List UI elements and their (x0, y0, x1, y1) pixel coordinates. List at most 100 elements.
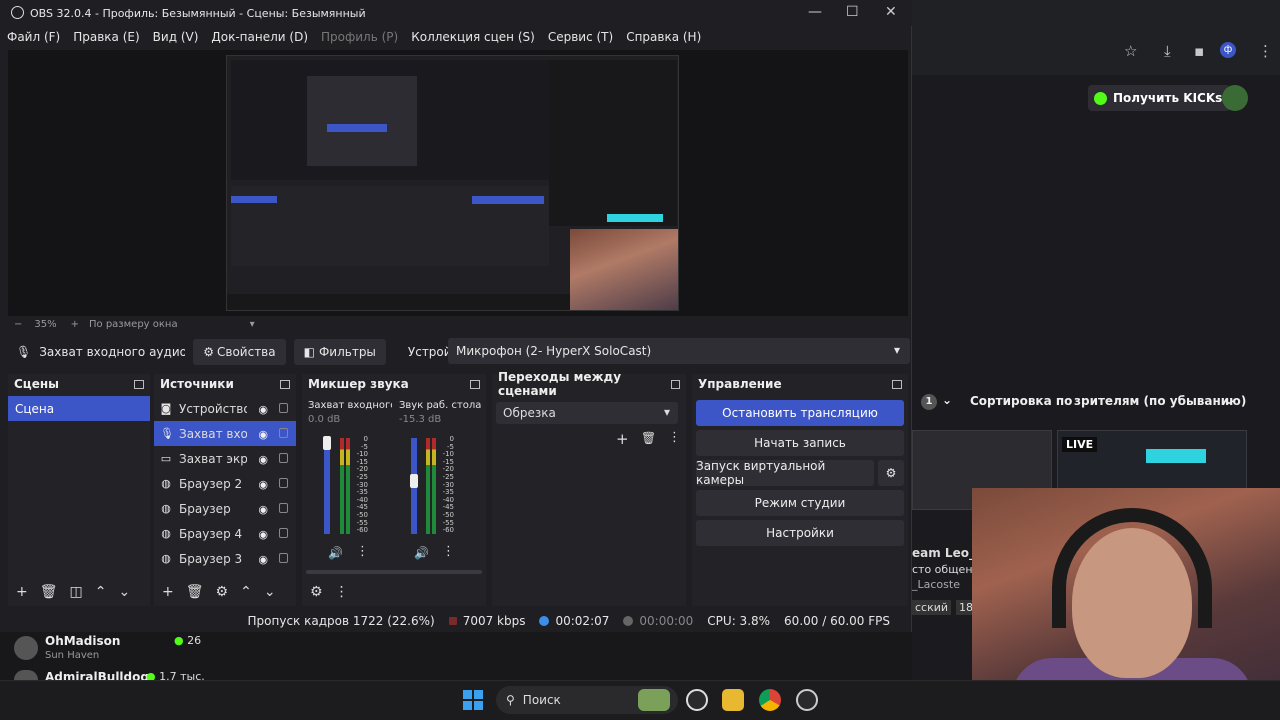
source-item[interactable]: ◙ Устройство з ◉ (154, 396, 296, 421)
close-icon[interactable]: ✕ (885, 4, 897, 20)
zoom-out-icon[interactable]: − (14, 319, 22, 330)
obs-taskbar-icon[interactable] (796, 689, 818, 711)
studio-mode-button[interactable]: Режим студии (696, 490, 904, 516)
channel-avatar[interactable] (14, 636, 38, 660)
volume-fader[interactable] (324, 438, 330, 534)
star-icon[interactable]: ☆ (1124, 42, 1137, 60)
get-kicks-button[interactable]: Получить KICKs (1088, 85, 1231, 111)
profile-icon[interactable]: ф (1220, 42, 1236, 58)
source-item[interactable]: ◍ Браузер 2 ◉ (154, 471, 296, 496)
stream-channel[interactable]: _Lacoste (912, 578, 960, 591)
zoom-in-icon[interactable]: + (71, 319, 79, 330)
download-icon[interactable]: ⤓ (1164, 42, 1171, 60)
media-player-icon[interactable] (686, 689, 708, 711)
properties-button[interactable]: ⚙ Свойства (193, 339, 286, 365)
channel-menu-icon[interactable]: ⋮ (442, 544, 455, 559)
horizontal-scrollbar[interactable] (306, 570, 482, 574)
minimize-icon[interactable]: — (808, 4, 822, 20)
visibility-eye-icon[interactable]: ◉ (258, 553, 268, 566)
channel-avatar[interactable] (14, 670, 38, 680)
menu-dots-icon[interactable]: ⋮ (1258, 42, 1273, 60)
add-icon[interactable]: + (616, 430, 629, 448)
source-item[interactable]: ◍ Браузер 3 ◉ (154, 546, 296, 571)
chrome-icon[interactable] (759, 689, 781, 711)
zoom-dropdown-icon[interactable]: ▾ (250, 319, 255, 330)
float-dock-icon[interactable] (134, 379, 144, 389)
speaker-icon[interactable]: 🔊 (414, 546, 429, 560)
sort-chevron-icon[interactable]: ⌄ (942, 393, 952, 407)
visibility-eye-icon[interactable]: ◉ (258, 453, 268, 466)
move-up-icon[interactable]: ⌃ (95, 584, 107, 600)
delete-icon[interactable]: 🗑 (641, 431, 656, 445)
device-select[interactable]: Микрофон (2- HyperX SoloCast) ▾ (448, 338, 910, 364)
menu-scene-collection[interactable]: Коллекция сцен (S) (404, 30, 541, 44)
extensions-icon[interactable]: ▪ (1194, 42, 1204, 60)
zoom-mode[interactable]: По размеру окна (89, 319, 178, 330)
source-item[interactable]: ▭ Захват экран ◉ (154, 446, 296, 471)
source-item[interactable]: ◍ Браузер 4 ◉ (154, 521, 296, 546)
float-dock-icon[interactable] (670, 379, 680, 389)
globe-icon: ◍ (161, 501, 171, 515)
advanced-audio-icon[interactable]: ⚙ (310, 584, 323, 600)
move-up-icon[interactable]: ⌃ (240, 584, 252, 600)
transition-menu-icon[interactable]: ⋮ (668, 430, 681, 445)
windows-start-icon[interactable] (463, 690, 483, 710)
visibility-eye-icon[interactable]: ◉ (258, 478, 268, 491)
lock-icon[interactable] (279, 478, 288, 488)
chevron-down-icon: ▾ (893, 343, 900, 357)
sources-list: ◙ Устройство з ◉ 🎙 Захват входн ◉ ▭ Захв… (154, 396, 296, 576)
menu-help[interactable]: Справка (H) (619, 30, 707, 44)
delete-icon[interactable]: 🗑 (186, 584, 204, 600)
maximize-icon[interactable]: ☐ (846, 4, 859, 20)
start-virtual-camera-button[interactable]: Запуск виртуальной камеры (696, 459, 874, 487)
lock-icon[interactable] (279, 403, 288, 413)
virtual-camera-settings-button[interactable]: ⚙ (878, 460, 904, 486)
lock-icon[interactable] (279, 503, 288, 513)
visibility-eye-icon[interactable]: ◉ (258, 528, 268, 541)
transition-select[interactable]: Обрезка ▾ (496, 402, 678, 424)
menu-edit[interactable]: Правка (E) (66, 30, 145, 44)
source-label: Браузер 3 (179, 551, 243, 566)
menu-tools[interactable]: Сервис (T) (541, 30, 619, 44)
source-item[interactable]: 🎙 Захват входн ◉ (154, 421, 296, 446)
stop-streaming-button[interactable]: Остановить трансляцию (696, 400, 904, 426)
float-dock-icon[interactable] (280, 379, 290, 389)
filters-icon[interactable]: ◫ (70, 584, 83, 600)
volume-fader-handle[interactable] (323, 436, 331, 450)
source-item[interactable]: ◍ Браузер ◉ (154, 496, 296, 521)
gear-icon[interactable]: ⚙ (216, 584, 229, 600)
channel-menu-icon[interactable]: ⋮ (356, 544, 369, 559)
taskbar-search[interactable]: ⚲ Поиск (496, 686, 678, 714)
menu-view[interactable]: Вид (V) (146, 30, 205, 44)
file-explorer-icon[interactable] (722, 689, 744, 711)
add-icon[interactable]: + (16, 584, 28, 600)
scene-item[interactable]: Сцена (8, 396, 150, 421)
lock-icon[interactable] (279, 528, 288, 538)
settings-button[interactable]: Настройки (696, 520, 904, 546)
move-down-icon[interactable]: ⌄ (264, 584, 276, 600)
menu-profile[interactable]: Профиль (P) (314, 30, 404, 44)
lock-icon[interactable] (279, 453, 288, 463)
channel-name[interactable]: OhMadison (45, 634, 120, 648)
delete-icon[interactable]: 🗑 (40, 584, 58, 600)
visibility-eye-icon[interactable]: ◉ (258, 403, 268, 416)
menu-file[interactable]: Файл (F) (0, 30, 66, 44)
visibility-eye-icon[interactable]: ◉ (258, 503, 268, 516)
menu-docks[interactable]: Док-панели (D) (204, 30, 314, 44)
lock-icon[interactable] (279, 553, 288, 563)
start-recording-button[interactable]: Начать запись (696, 430, 904, 456)
visibility-eye-icon[interactable]: ◉ (258, 428, 268, 441)
volume-fader-handle[interactable] (410, 474, 418, 488)
user-avatar[interactable] (1222, 85, 1248, 111)
mixer-menu-icon[interactable]: ⋮ (335, 584, 349, 600)
float-dock-icon[interactable] (470, 379, 480, 389)
lock-icon[interactable] (279, 428, 288, 438)
speaker-icon[interactable]: 🔊 (328, 546, 343, 560)
add-icon[interactable]: + (162, 584, 174, 600)
sort-dropdown[interactable]: зрителям (по убыванию) (1074, 394, 1246, 408)
float-dock-icon[interactable] (892, 379, 902, 389)
sources-dock: Источники ◙ Устройство з ◉ 🎙 Захват вход… (154, 374, 296, 606)
sort-dropdown-chevron-icon[interactable]: ⌄ (1224, 393, 1234, 407)
move-down-icon[interactable]: ⌄ (118, 584, 130, 600)
filters-button[interactable]: ◧ Фильтры (293, 339, 386, 365)
